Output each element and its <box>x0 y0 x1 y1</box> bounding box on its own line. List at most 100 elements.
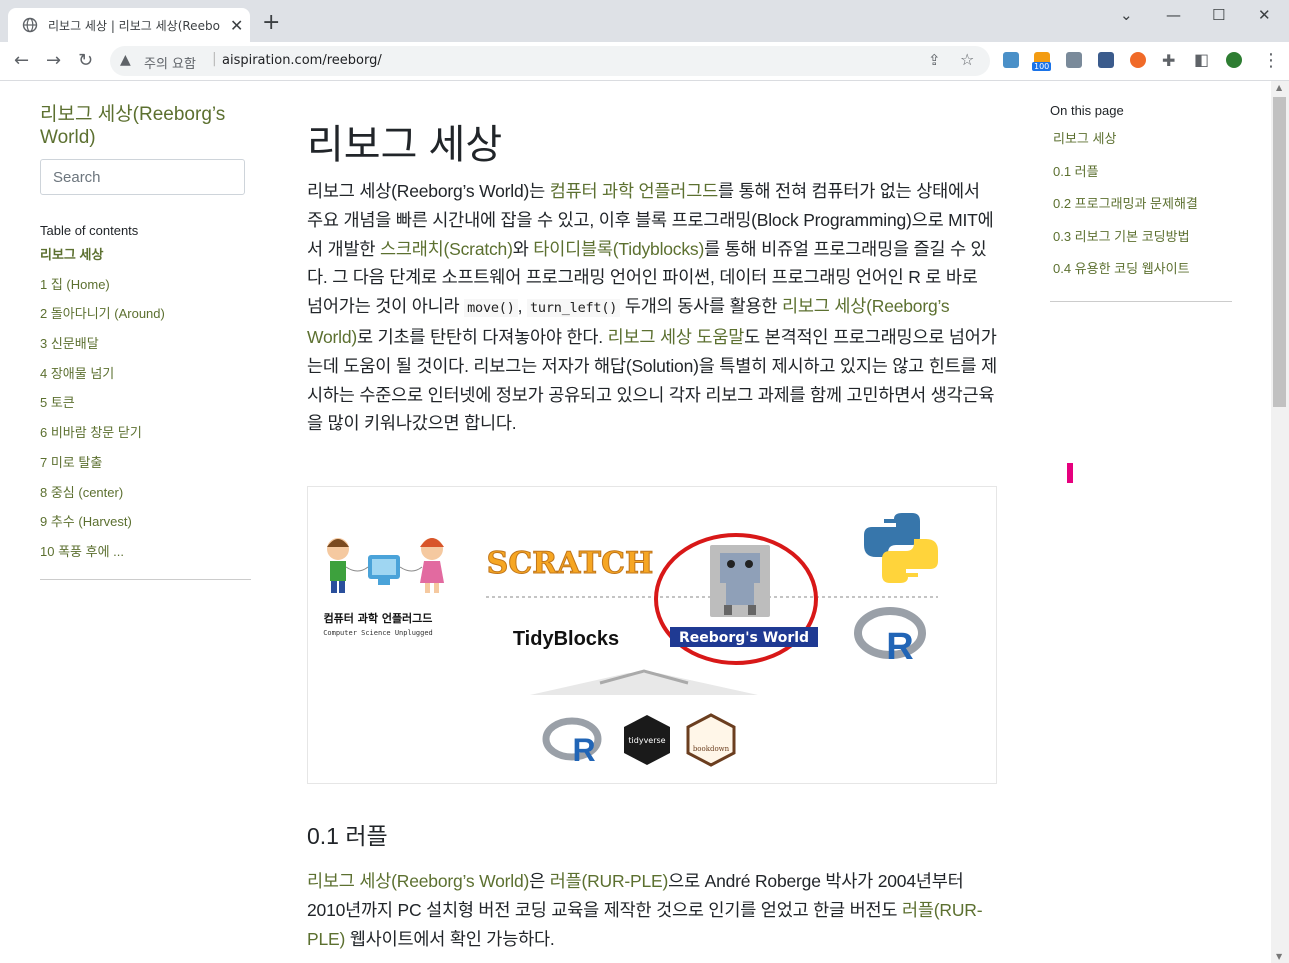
scroll-marker <box>1067 463 1073 483</box>
toc-item[interactable]: 5 토큰 <box>40 394 252 424</box>
outline-item[interactable]: 0.2 프로그래밍과 문제해결 <box>1053 195 1232 228</box>
profile-avatar[interactable] <box>1226 52 1242 68</box>
link-rurple[interactable]: 러플(RUR-PLE) <box>550 871 669 891</box>
puzzle-icon[interactable]: ✚ <box>1162 51 1175 70</box>
rurple-paragraph: 리보그 세상(Reeborg’s World)은 러플(RUR-PLE)으로 A… <box>307 867 997 953</box>
address-bar[interactable]: ▲ 주의 요함 | aispiration.com/reeborg/ ⇪ ☆ <box>110 46 990 76</box>
outline-item[interactable]: 0.1 러플 <box>1053 163 1232 196</box>
link-reeborg-help[interactable]: 리보그 세상 도움말 <box>608 327 745 347</box>
forward-icon[interactable]: → <box>46 50 61 71</box>
toc-item[interactable]: 1 집 (Home) <box>40 276 252 306</box>
text: , <box>517 296 527 317</box>
tab-close-icon[interactable]: ✕ <box>230 16 243 35</box>
window-close-icon[interactable]: ✕ <box>1258 6 1271 24</box>
link-reeborg[interactable]: 리보그 세상(Reeborg’s World) <box>307 871 529 891</box>
toc-item[interactable]: 9 추수 (Harvest) <box>40 513 252 543</box>
side-panel-icon[interactable]: ◧ <box>1194 50 1209 69</box>
r-logo-icon: R <box>854 607 926 668</box>
outline-divider <box>1050 301 1232 302</box>
back-icon[interactable]: ← <box>14 50 29 71</box>
text: 와 <box>512 238 534 259</box>
book-extension-icon[interactable] <box>1098 52 1114 68</box>
overview-figure: 컴퓨터 과학 언플러그드 Computer Science Unplugged … <box>307 486 997 784</box>
main-article: 리보그 세상 리보그 세상(Reeborg’s World)는 컴퓨터 과학 언… <box>307 117 997 438</box>
bookdown-label: bookdown <box>693 745 730 753</box>
unplugged-subtitle: Computer Science Unplugged <box>323 629 433 637</box>
toc-title: Table of contents <box>40 223 139 238</box>
section-heading: 0.1 러플 <box>307 823 388 849</box>
warning-icon[interactable]: ▲ <box>120 52 131 68</box>
security-label[interactable]: 주의 요함 <box>144 53 196 72</box>
extension-icon[interactable] <box>1003 52 1019 68</box>
toc-item[interactable]: 리보그 세상 <box>40 246 252 276</box>
toc-item[interactable]: 7 미로 탈출 <box>40 454 252 484</box>
link-scratch[interactable]: 스크래치(Scratch) <box>380 239 513 259</box>
reload-icon[interactable]: ↻ <box>78 50 93 71</box>
scrollbar-thumb[interactable] <box>1273 97 1286 407</box>
reeborg-label: Reeborg's World <box>679 630 809 646</box>
satellite-extension-icon[interactable] <box>1066 52 1082 68</box>
menu-icon[interactable]: ⋮ <box>1262 50 1280 71</box>
tab-title: 리보그 세상 | 리보그 세상(Reebo <box>48 18 220 33</box>
up-arrow-icon <box>530 673 758 695</box>
new-tab-icon[interactable]: + <box>262 12 280 34</box>
page-title: 리보그 세상 <box>307 123 503 167</box>
r-logo-bottom-icon: R <box>542 717 602 768</box>
toc-item[interactable]: 3 신문배달 <box>40 335 252 365</box>
code-move: move() <box>464 299 518 318</box>
minimize-icon[interactable]: — <box>1166 6 1181 24</box>
browser-tab[interactable]: 리보그 세상 | 리보그 세상(Reebo ✕ <box>8 8 250 42</box>
url-separator: | <box>212 51 217 67</box>
reeborg-robot-icon <box>710 545 770 617</box>
globe-icon <box>22 17 38 33</box>
page-content: 리보그 세상(Reeborg’s World) Search Table of … <box>0 81 1271 963</box>
text: 두개의 동사를 활용한 <box>620 296 782 317</box>
browser-toolbar: ← → ↻ ▲ 주의 요함 | aispiration.com/reeborg/… <box>0 42 1289 81</box>
rss-extension-icon[interactable]: 100 <box>1032 52 1052 71</box>
toc-item[interactable]: 8 중심 (center) <box>40 484 252 514</box>
scratch-logo: SCRATCH <box>487 546 654 581</box>
text: 리보그 세상(Reeborg’s World)는 <box>307 181 550 201</box>
r-logo-bottom-text: R <box>572 732 595 768</box>
text: 로 기초를 탄탄히 다져놓아야 한다. <box>357 326 608 347</box>
figure-drawing: 컴퓨터 과학 언플러그드 Computer Science Unplugged … <box>323 513 938 768</box>
sidebar-divider <box>40 579 251 580</box>
outline-item[interactable]: 리보그 세상 <box>1053 130 1232 163</box>
site-brand[interactable]: 리보그 세상(Reeborg’s World) <box>40 103 252 149</box>
bookdown-hex-icon <box>686 713 736 767</box>
tab-search-icon[interactable]: ⌄ <box>1120 6 1133 24</box>
python-logo-icon <box>864 513 938 583</box>
r-logo-text: R <box>886 626 913 668</box>
toc-item[interactable]: 10 폭풍 후에 ... <box>40 543 252 573</box>
toc-item[interactable]: 6 비바람 창문 닫기 <box>40 424 252 454</box>
left-sidebar: 리보그 세상(Reeborg’s World) Search Table of … <box>40 103 252 573</box>
scroll-up-icon[interactable]: ▲ <box>1276 83 1282 92</box>
scroll-down-icon[interactable]: ▼ <box>1276 952 1282 961</box>
maximize-icon[interactable]: ☐ <box>1212 6 1225 24</box>
right-sidebar: On this page 리보그 세상 0.1 러플 0.2 프로그래밍과 문제… <box>1050 103 1232 293</box>
fire-extension-icon[interactable] <box>1130 52 1146 68</box>
toc-list: 리보그 세상 1 집 (Home) 2 돌아다니기 (Around) 3 신문배… <box>40 246 252 573</box>
tidyverse-label: tidyverse <box>628 736 665 745</box>
toc-item[interactable]: 2 돌아다니기 (Around) <box>40 305 252 335</box>
outline-item[interactable]: 0.4 유용한 코딩 웹사이트 <box>1053 260 1232 293</box>
outline-item[interactable]: 0.3 리보그 기본 코딩방법 <box>1053 228 1232 261</box>
share-icon[interactable]: ⇪ <box>928 51 941 69</box>
text: 은 <box>529 871 550 891</box>
link-unplugged[interactable]: 컴퓨터 과학 언플러그드 <box>550 181 719 201</box>
url-text[interactable]: aispiration.com/reeborg/ <box>222 53 382 68</box>
extension-badge: 100 <box>1032 62 1052 71</box>
on-this-page-title: On this page <box>1050 103 1124 118</box>
unplugged-title: 컴퓨터 과학 언플러그드 <box>324 611 433 625</box>
tab-strip: 리보그 세상 | 리보그 세상(Reebo ✕ + ⌄ — ☐ ✕ <box>0 0 1289 42</box>
page-scrollbar[interactable]: ▲ ▼ <box>1271 81 1289 963</box>
text: 웹사이트에서 확인 가능하다. <box>345 928 555 949</box>
link-tidyblocks[interactable]: 타이디블록(Tidyblocks) <box>533 239 704 259</box>
toc-item[interactable]: 4 장애물 넘기 <box>40 365 252 395</box>
bookmark-star-icon[interactable]: ☆ <box>960 50 974 69</box>
intro-paragraph: 리보그 세상(Reeborg’s World)는 컴퓨터 과학 언플러그드를 통… <box>307 177 997 438</box>
code-turn-left: turn_left() <box>527 299 621 318</box>
search-input[interactable]: Search <box>40 159 245 195</box>
tidyblocks-label: TidyBlocks <box>513 628 619 650</box>
unplugged-illustration-icon <box>327 538 444 593</box>
